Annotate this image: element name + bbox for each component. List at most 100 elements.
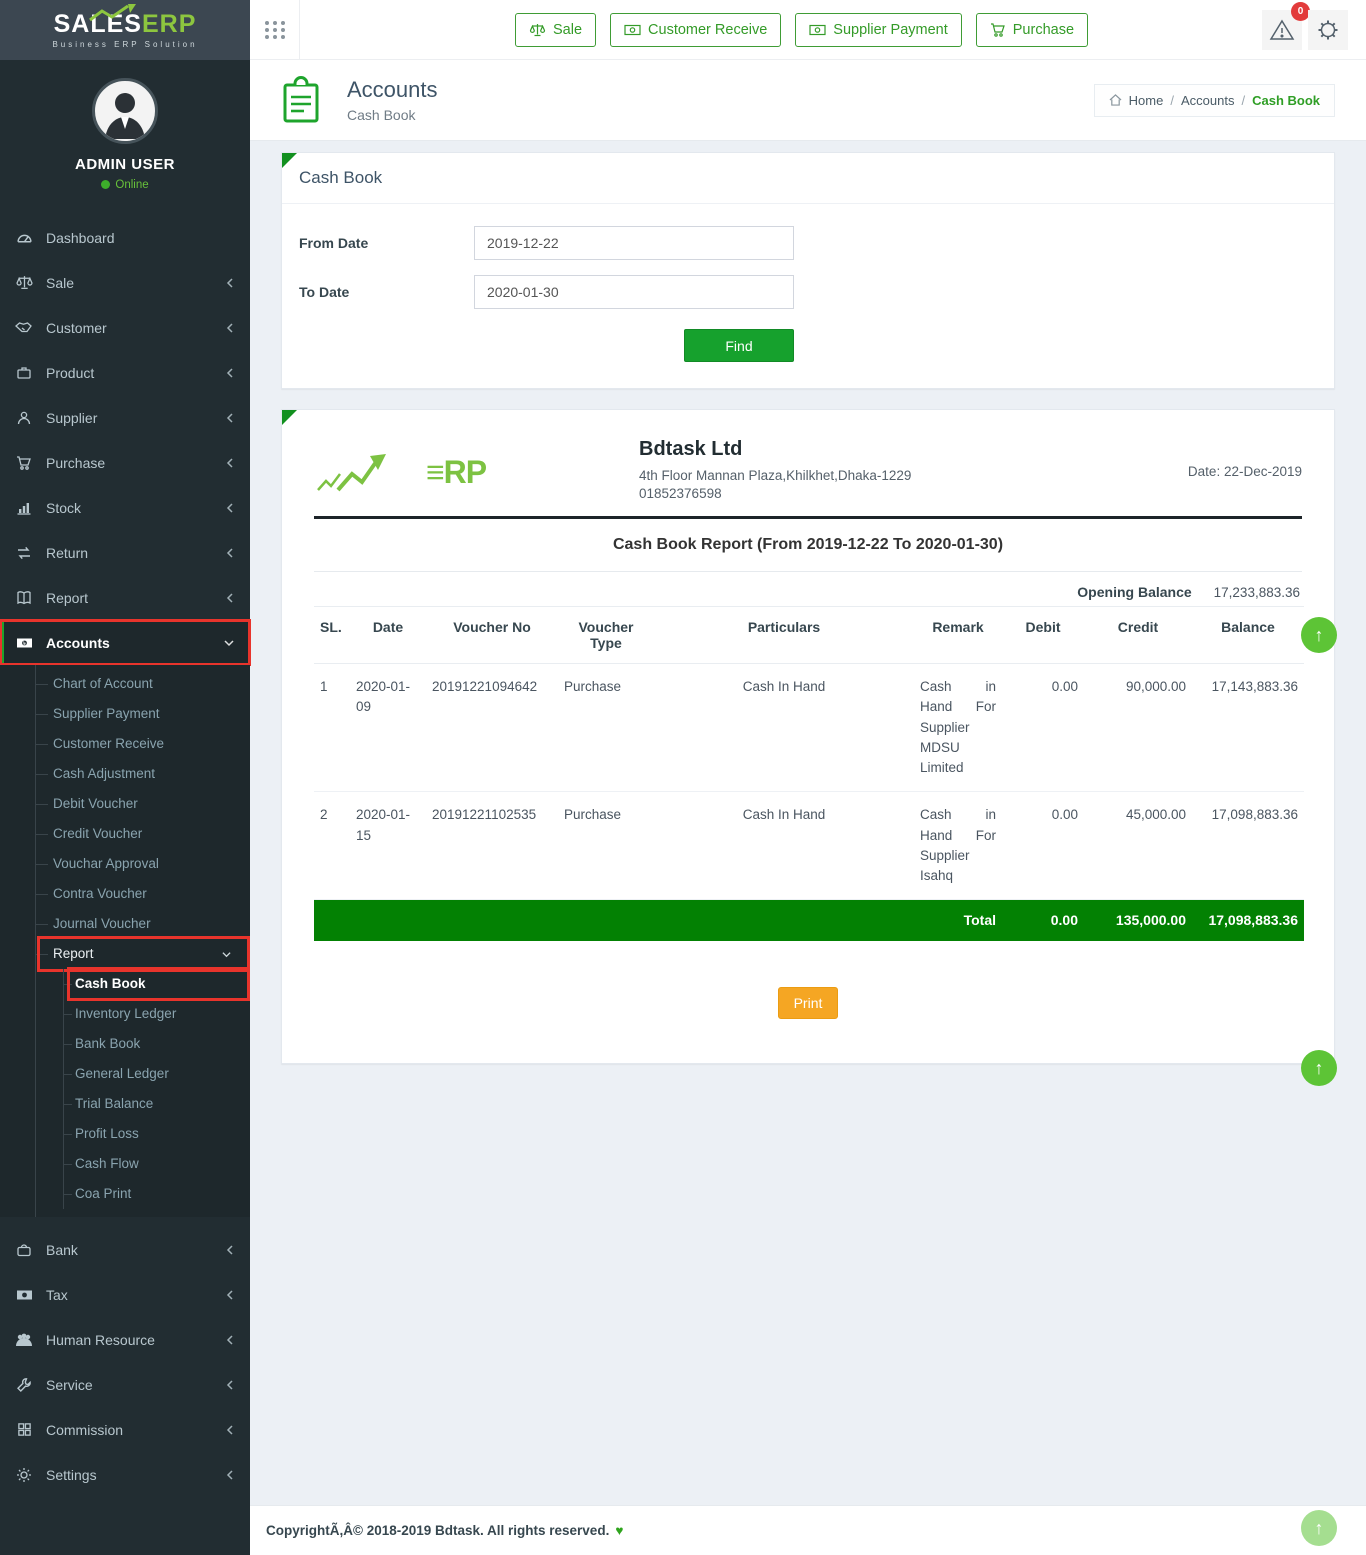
- sidebar-item-label: Settings: [46, 1467, 97, 1483]
- breadcrumb-separator: /: [1241, 93, 1245, 108]
- chevron-left-icon: [225, 277, 235, 289]
- print-button[interactable]: Print: [778, 987, 839, 1019]
- cash-book-filter-card: Cash Book From Date To Date Find: [281, 152, 1335, 389]
- breadcrumb-accounts[interactable]: Accounts: [1181, 93, 1234, 108]
- scroll-top-button[interactable]: ↑: [1301, 617, 1337, 653]
- sidebar-item-label: Commission: [46, 1422, 123, 1438]
- people-icon: [15, 1332, 33, 1347]
- supplier-payment-button[interactable]: Supplier Payment: [795, 13, 961, 47]
- sidebar-item-bank[interactable]: Bank: [0, 1227, 250, 1272]
- avatar[interactable]: [92, 78, 158, 144]
- sale-button[interactable]: Sale: [515, 13, 596, 47]
- sidebar-item-label: Service: [46, 1377, 93, 1393]
- scroll-top-button[interactable]: ↑: [1301, 1510, 1337, 1546]
- column-header: Remark: [914, 607, 1002, 664]
- submenu-item-bank-book[interactable]: Bank Book: [0, 1029, 250, 1059]
- scroll-top-button[interactable]: ↑: [1301, 1050, 1337, 1086]
- submenu-item-cash-adjustment[interactable]: Cash Adjustment: [0, 759, 250, 789]
- chevron-left-icon: [225, 502, 235, 514]
- chart-arrow-icon: [314, 446, 410, 498]
- sidebar-item-purchase[interactable]: Purchase: [0, 440, 250, 485]
- submenu-item-credit-voucher[interactable]: Credit Voucher: [0, 819, 250, 849]
- table-cell: 2: [314, 792, 350, 900]
- apps-menu-button[interactable]: [250, 0, 300, 60]
- submenu-item-journal-voucher[interactable]: Journal Voucher: [0, 909, 250, 939]
- page-header: Accounts Cash Book Home / Accounts / Cas…: [250, 60, 1366, 141]
- sidebar-item-service[interactable]: Service: [0, 1362, 250, 1407]
- submenu-item-inventory-ledger[interactable]: Inventory Ledger: [0, 999, 250, 1029]
- column-header: Credit: [1084, 607, 1192, 664]
- brand-logo[interactable]: SALESERP Business ERP Solution: [0, 0, 250, 60]
- sidebar-item-supplier[interactable]: Supplier: [0, 395, 250, 440]
- submenu-item-supplier-payment[interactable]: Supplier Payment: [0, 699, 250, 729]
- submenu-item-report[interactable]: Report: [0, 939, 250, 969]
- company-info: Bdtask Ltd 4th Floor Mannan Plaza,Khilkh…: [639, 438, 911, 504]
- sidebar-item-accounts[interactable]: ৳ Accounts: [0, 620, 250, 665]
- table-header-row: SL. Date Voucher No Voucher Type Particu…: [314, 607, 1304, 664]
- report-date: Date: 22-Dec-2019: [1188, 464, 1302, 479]
- sidebar-item-report[interactable]: Report: [0, 575, 250, 620]
- table-row: 2 2020-01-15 20191221102535 Purchase Cas…: [314, 792, 1304, 900]
- purchase-button[interactable]: Purchase: [976, 13, 1088, 47]
- table-cell: 1: [314, 664, 350, 792]
- total-credit: 135,000.00: [1084, 900, 1192, 942]
- sidebar-item-product[interactable]: Product: [0, 350, 250, 395]
- submenu-item-coa-print[interactable]: Coa Print: [0, 1179, 250, 1209]
- table-total-row: Total 0.00 135,000.00 17,098,883.36: [314, 900, 1304, 942]
- table-cell: 17,143,883.36: [1192, 664, 1304, 792]
- table-cell: 20191221094642: [426, 664, 558, 792]
- submenu-item-contra-voucher[interactable]: Contra Voucher: [0, 879, 250, 909]
- sidebar-item-settings[interactable]: Settings: [0, 1452, 250, 1497]
- chevron-left-icon: [225, 412, 235, 424]
- submenu-item-profit-loss[interactable]: Profit Loss: [0, 1119, 250, 1149]
- report-title: Cash Book Report (From 2019-12-22 To 202…: [314, 519, 1302, 571]
- chevron-left-icon: [225, 457, 235, 469]
- total-balance: 17,098,883.36: [1192, 900, 1304, 942]
- sidebar-menu: Dashboard Sale Customer Product Supplier: [0, 215, 250, 1497]
- submenu-item-general-ledger[interactable]: General Ledger: [0, 1059, 250, 1089]
- submenu-item-trial-balance[interactable]: Trial Balance: [0, 1089, 250, 1119]
- person-icon: [15, 410, 33, 426]
- accounts-submenu: Chart of Account Supplier Payment Custom…: [0, 665, 250, 1217]
- sidebar-item-customer[interactable]: Customer: [0, 305, 250, 350]
- warning-triangle-icon: [1269, 18, 1295, 42]
- settings-button[interactable]: [1308, 10, 1348, 50]
- sidebar-item-stock[interactable]: Stock: [0, 485, 250, 530]
- breadcrumb-home[interactable]: Home: [1129, 93, 1164, 108]
- chevron-left-icon: [225, 1244, 235, 1256]
- table-cell: Cash In Hand: [654, 792, 914, 900]
- table-cell: 2020-01-15: [350, 792, 426, 900]
- submenu-item-debit-voucher[interactable]: Debit Voucher: [0, 789, 250, 819]
- table-cell: 0.00: [1002, 792, 1084, 900]
- column-header: Voucher Type: [558, 607, 654, 664]
- home-icon: [1109, 94, 1122, 106]
- filter-card-title: Cash Book: [282, 153, 1334, 204]
- find-button[interactable]: Find: [684, 329, 794, 362]
- from-date-input[interactable]: [474, 226, 794, 260]
- submenu-item-vouchar-approval[interactable]: Vouchar Approval: [0, 849, 250, 879]
- sidebar-item-return[interactable]: Return: [0, 530, 250, 575]
- scale-icon: [529, 22, 546, 38]
- submenu-item-chart-of-account[interactable]: Chart of Account: [0, 669, 250, 699]
- page-title: Accounts: [347, 77, 438, 103]
- sidebar-item-tax[interactable]: Tax: [0, 1272, 250, 1317]
- submenu-item-customer-receive[interactable]: Customer Receive: [0, 729, 250, 759]
- cash-book-table: SL. Date Voucher No Voucher Type Particu…: [314, 606, 1304, 941]
- submenu-item-cash-flow[interactable]: Cash Flow: [0, 1149, 250, 1179]
- bar-chart-icon: [15, 500, 33, 516]
- sidebar-item-commission[interactable]: Commission: [0, 1407, 250, 1452]
- footer: CopyrightÃ,Â© 2018-2019 Bdtask. All righ…: [250, 1505, 1366, 1555]
- sidebar-item-human-resource[interactable]: Human Resource: [0, 1317, 250, 1362]
- submenu-item-cash-book[interactable]: Cash Book: [0, 969, 250, 999]
- chevron-left-icon: [225, 322, 235, 334]
- sidebar-item-sale[interactable]: Sale: [0, 260, 250, 305]
- company-name: Bdtask Ltd: [639, 438, 911, 461]
- to-date-input[interactable]: [474, 275, 794, 309]
- sidebar-item-dashboard[interactable]: Dashboard: [0, 215, 250, 260]
- money-icon: [809, 23, 826, 37]
- table-cell: 17,098,883.36: [1192, 792, 1304, 900]
- chevron-left-icon: [225, 592, 235, 604]
- customer-receive-button[interactable]: Customer Receive: [610, 13, 781, 47]
- to-date-label: To Date: [299, 284, 474, 300]
- notifications-button[interactable]: 0: [1262, 10, 1302, 50]
